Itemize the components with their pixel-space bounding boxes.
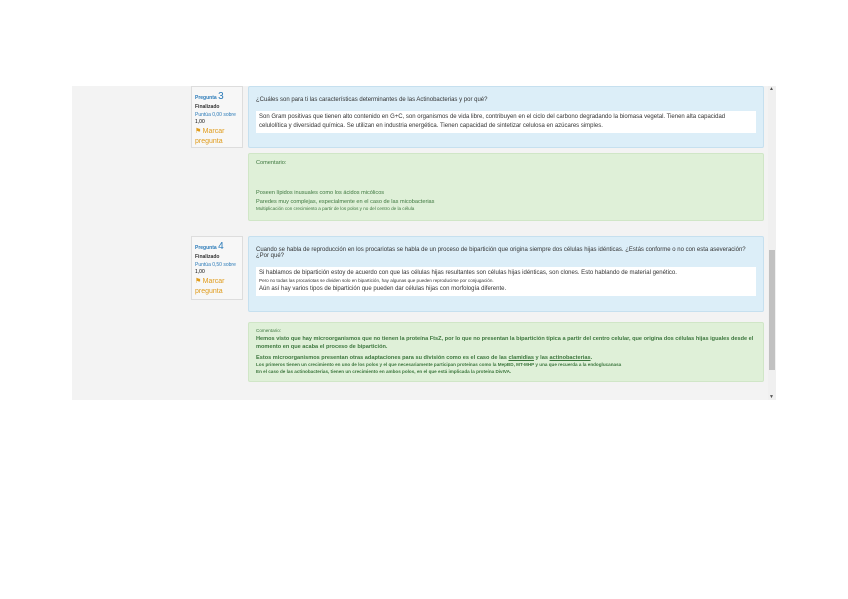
vertical-scrollbar[interactable]: ▲ ▼ <box>768 86 776 400</box>
question-text: ¿Cuáles son para ti las características … <box>256 97 488 103</box>
flag-question-button[interactable]: ⚑ Marcar pregunta <box>195 127 239 148</box>
comment-box-4: Comentario: Hemos visto que hay microorg… <box>248 322 764 382</box>
comment-line: Los primeros tienen un crecimiento en un… <box>256 362 622 368</box>
comment-line: En el caso de las actinobacterias, tiene… <box>256 368 512 374</box>
question-grade-label: Puntúa 0,50 sobre <box>195 261 236 268</box>
comment-line: Paredes muy complejas, especialmente en … <box>256 198 435 205</box>
comment-line: Estos microorganismos presentan otras ad… <box>256 354 593 361</box>
comment-label: Comentario: <box>256 160 287 166</box>
link-clamidias[interactable]: clamidias <box>508 355 534 361</box>
question-grade: 1,00 <box>195 269 205 275</box>
comment-label: Comentario: <box>256 328 282 333</box>
question-state: Finalizado <box>195 254 220 260</box>
comment-line: Multiplicación con crecimiento a partir … <box>256 206 415 212</box>
question-info-4: Pregunta 4 Finalizado Puntúa 0,50 sobre … <box>191 236 243 300</box>
answer-text: Son Gram positivas que tienen alto conte… <box>256 111 756 133</box>
comment-line: Poseen lípidos inusuales como los ácidos… <box>256 190 385 197</box>
flag-icon: ⚑ <box>195 127 202 135</box>
scroll-down-icon[interactable]: ▼ <box>769 394 774 400</box>
question-formulation-4: Cuando se habla de reproducción en los p… <box>248 236 764 312</box>
question-number: Pregunta 4 <box>195 241 224 252</box>
comment-line: Hemos visto que hay microorganismos que … <box>256 335 754 351</box>
question-text: Cuando se habla de reproducción en los p… <box>256 247 746 259</box>
question-grade: 1,00 <box>195 119 205 125</box>
question-info-3: Pregunta 3 Finalizado Puntúa 0,00 sobre … <box>191 86 243 148</box>
flag-icon: ⚑ <box>195 277 202 285</box>
question-grade-label: Puntúa 0,00 sobre <box>195 111 236 118</box>
link-actinobacterias[interactable]: actinobacterias <box>550 355 591 361</box>
answer-line: Si hablamos de bipartición estoy de acue… <box>259 270 677 276</box>
scrollbar-thumb[interactable] <box>769 250 775 370</box>
answer-line: Pero no todas las procariotas se dividen… <box>259 278 494 283</box>
answer-text: Si hablamos de bipartición estoy de acue… <box>256 267 756 296</box>
question-number: Pregunta 3 <box>195 91 224 102</box>
answer-line: Aún así hay varios tipos de bipartición … <box>259 285 507 292</box>
quiz-review-page: Pregunta 3 Finalizado Puntúa 0,00 sobre … <box>72 86 776 400</box>
comment-box-3: Comentario: Poseen lípidos inusuales com… <box>248 153 764 221</box>
scroll-up-icon[interactable]: ▲ <box>769 86 774 92</box>
flag-question-button[interactable]: ⚑ Marcar pregunta <box>195 277 239 298</box>
question-state: Finalizado <box>195 104 220 110</box>
question-formulation-3: ¿Cuáles son para ti las características … <box>248 86 764 148</box>
